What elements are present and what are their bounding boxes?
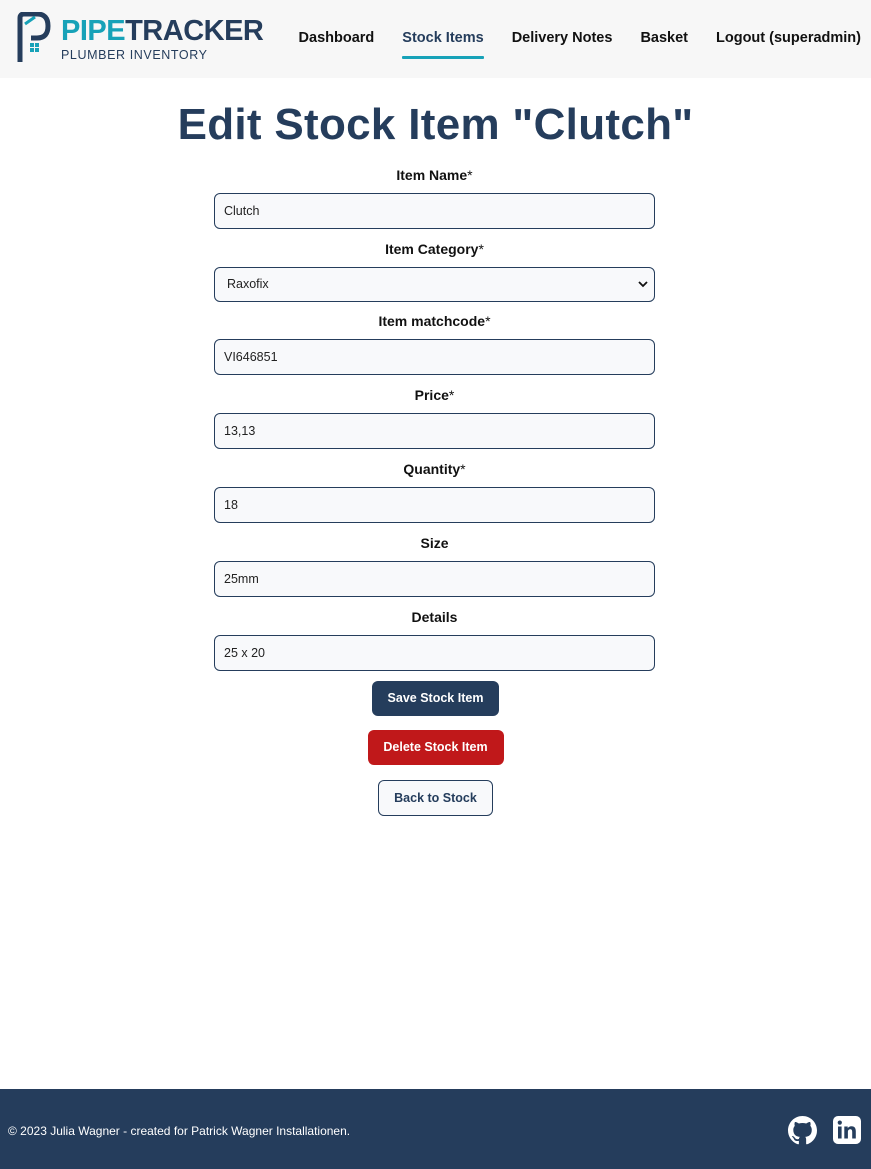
- item-matchcode-input[interactable]: VI646851: [214, 339, 655, 375]
- nav-basket[interactable]: Basket: [640, 28, 688, 50]
- nav-logout[interactable]: Logout (superadmin): [716, 28, 861, 50]
- quantity-label: Quantity*: [403, 461, 466, 477]
- back-button-row: Back to Stock: [0, 780, 871, 816]
- item-category-select[interactable]: Raxofix: [214, 267, 655, 302]
- item-matchcode-group: Item matchcode* VI646851: [214, 311, 655, 385]
- delete-button-row: Delete Stock Item: [0, 730, 871, 765]
- nav-dashboard[interactable]: Dashboard: [299, 28, 375, 50]
- github-icon[interactable]: [788, 1116, 817, 1145]
- pipetracker-logo-icon: [17, 12, 51, 62]
- details-group: Details 25 x 20: [214, 607, 655, 681]
- item-name-input[interactable]: Clutch: [214, 193, 655, 229]
- delete-stock-item-button[interactable]: Delete Stock Item: [367, 730, 504, 765]
- quantity-input[interactable]: 18: [214, 487, 655, 523]
- item-category-value: Raxofix: [227, 277, 269, 291]
- details-input[interactable]: 25 x 20: [214, 635, 655, 671]
- item-matchcode-label: Item matchcode*: [378, 313, 491, 329]
- save-stock-item-button[interactable]: Save Stock Item: [372, 681, 499, 716]
- edit-stock-item-form: Item Name* Clutch Item Category* Raxofix…: [214, 165, 655, 681]
- size-label: Size: [420, 535, 449, 551]
- main-nav: Dashboard Stock Items Delivery Notes Bas…: [271, 0, 861, 78]
- item-category-group: Item Category* Raxofix: [214, 239, 655, 311]
- logo-title: PIPETRACKER: [61, 15, 264, 47]
- back-to-stock-button[interactable]: Back to Stock: [378, 780, 493, 816]
- footer-copyright: © 2023 Julia Wagner - created for Patric…: [8, 1124, 351, 1138]
- item-category-label: Item Category*: [385, 241, 484, 257]
- item-name-label: Item Name*: [396, 167, 473, 183]
- item-name-group: Item Name* Clutch: [214, 165, 655, 239]
- logo-subtitle: PLUMBER INVENTORY: [61, 48, 208, 62]
- price-label: Price*: [414, 387, 455, 403]
- linkedin-icon[interactable]: [833, 1116, 861, 1144]
- quantity-group: Quantity* 18: [214, 459, 655, 533]
- site-header: PIPETRACKER PLUMBER INVENTORY Dashboard …: [0, 0, 871, 78]
- price-input[interactable]: 13,13: [214, 413, 655, 449]
- page-title: Edit Stock Item "Clutch": [177, 100, 694, 149]
- logo[interactable]: PIPETRACKER PLUMBER INVENTORY: [17, 12, 264, 66]
- size-input[interactable]: 25mm: [214, 561, 655, 597]
- chevron-down-icon: [638, 281, 648, 288]
- price-group: Price* 13,13: [214, 385, 655, 459]
- nav-stock-items[interactable]: Stock Items: [402, 28, 485, 59]
- save-button-row: Save Stock Item: [0, 681, 871, 716]
- site-footer: © 2023 Julia Wagner - created for Patric…: [0, 1089, 871, 1169]
- details-label: Details: [411, 609, 458, 625]
- size-group: Size 25mm: [214, 533, 655, 607]
- nav-delivery-notes[interactable]: Delivery Notes: [512, 28, 613, 50]
